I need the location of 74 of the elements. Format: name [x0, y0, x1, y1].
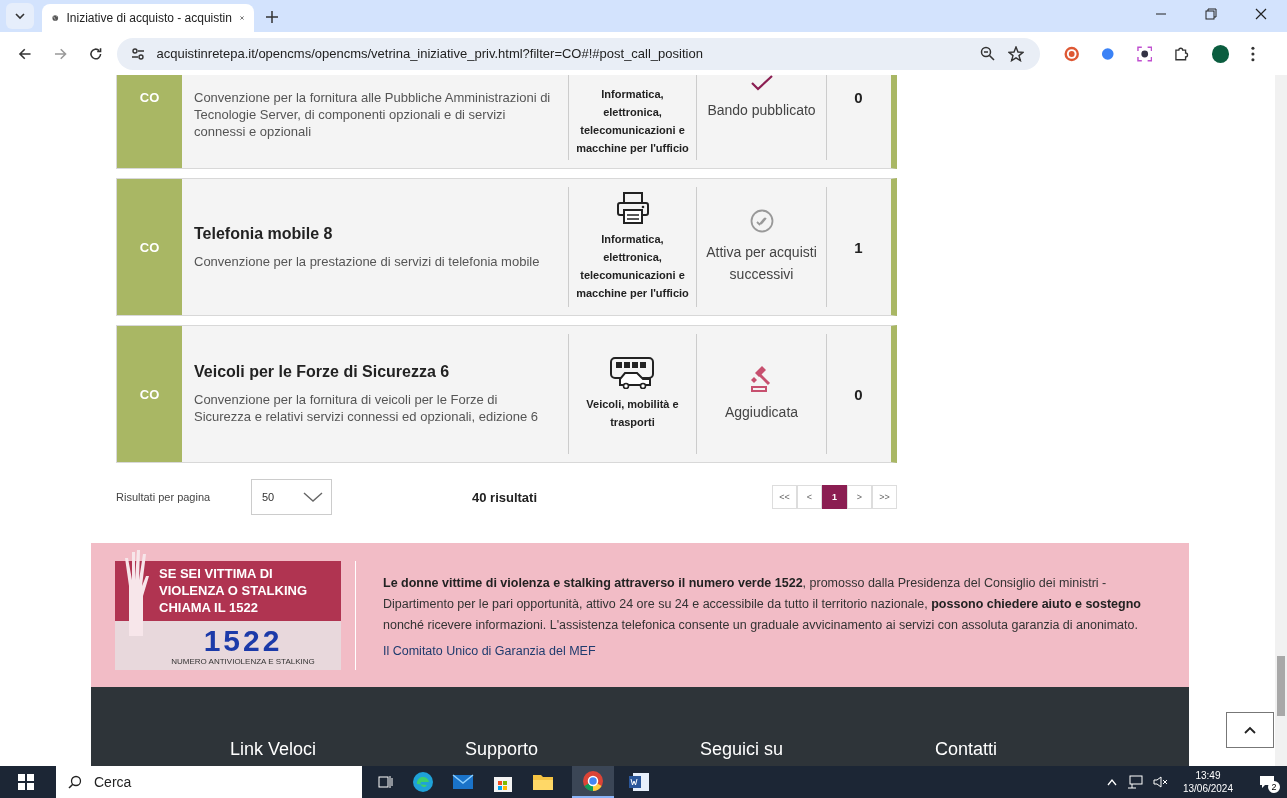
poster-caption: NUMERO ANTIVIOLENZA E STALKING	[171, 656, 315, 666]
initiative-description: Convenzione per la fornitura di veicoli per le Forze di Sicurezza e relativi servizi connessi ed opzionali, edizione 6	[194, 391, 539, 425]
profile-avatar[interactable]	[1211, 44, 1230, 63]
menu-icon[interactable]	[1251, 45, 1255, 62]
pagination-button[interactable]: 1	[822, 485, 847, 509]
status-label: Attiva per acquisti successivi	[705, 243, 818, 284]
footer-heading: Link Veloci	[230, 739, 318, 760]
count-value: 0	[854, 385, 863, 403]
scrollbar[interactable]	[1275, 75, 1287, 766]
initiative-card[interactable]: CO Telefonia mobile 8 Convenzione per la prestazione di servizi di telefonia mobile Informatica, elettronica, telecomunicazioni e macchine per l'ufficio Attiva per acquisti successivi 1	[116, 178, 897, 316]
footer-heading: Contatti	[935, 739, 999, 760]
chevron-up-icon[interactable]	[1106, 778, 1117, 786]
category-label: Informatica, elettronica, telecomunicazioni e macchine per l'ufficio	[575, 86, 690, 156]
footer-heading: Seguici su	[700, 739, 785, 760]
camera-extension-icon[interactable]	[1136, 45, 1153, 62]
task-view-icon[interactable]	[378, 774, 394, 790]
address-bar[interactable]: acquistinretepa.it/opencms/opencms/vetrina_iniziative_priv.html?filter=CO#!#post_call_position	[116, 37, 1040, 70]
speaker-muted-icon[interactable]	[1152, 775, 1169, 789]
committee-link[interactable]: Il Comitato Unico di Garanzia del MEF	[383, 643, 1165, 658]
pagination-button[interactable]: >	[847, 485, 872, 509]
browser-tab[interactable]: Iniziative di acquisto - acquistin	[42, 4, 254, 32]
word-icon[interactable]	[628, 771, 650, 793]
tab-list-button[interactable]	[6, 3, 34, 29]
star-icon[interactable]	[1007, 45, 1024, 62]
windows-start-icon[interactable]	[18, 774, 34, 790]
initiative-card[interactable]	[116, 75, 897, 169]
category-label: Informatica, elettronica, telecomunicazioni e macchine per l'ufficio	[575, 232, 690, 301]
chevron-down-icon	[303, 492, 323, 502]
footer-heading: Supporto	[465, 739, 540, 760]
network-icon[interactable]	[1126, 775, 1143, 789]
zoom-out-icon[interactable]	[979, 45, 996, 62]
taskbar-clock[interactable]: 13:49 13/06/2024	[1182, 769, 1233, 795]
count-value: 1	[854, 238, 863, 256]
type-label: CO	[117, 179, 182, 315]
printer-icon	[615, 192, 650, 224]
puzzle-icon[interactable]	[1174, 45, 1190, 62]
close-icon[interactable]	[1255, 8, 1267, 20]
banner-paragraph: Le donne vittime di violenza e stalking attraverso il numero verde 1522, promosso dalla Presidenza del Consiglio dei ministri - Dipartimento per le pari opportunità, attivo 24 ore su 24 e accessibile da tutto il territorio nazionale, possono chiedere aiuto e sostegno nonché ricevere informazioni. L'assistenza telefonica consente un graduale avvicinamento ai servizi con assoluta garanzia di anonimato.	[383, 574, 1142, 634]
dot-extension-icon[interactable]	[1101, 46, 1115, 61]
type-label: CO	[117, 326, 182, 462]
count-value: 0	[854, 89, 863, 106]
bus-and-car-icon	[609, 357, 656, 389]
status-label: Aggiudicata	[724, 403, 799, 422]
category-label: Veicoli, mobilità e trasporti	[585, 397, 680, 430]
chrome-icon	[582, 770, 604, 792]
pagination-button[interactable]: <<	[772, 485, 797, 509]
initiative-title: Veicoli per le Forze di Sicurezza 6	[194, 363, 451, 381]
poster-headline: SE SEI VITTIMA DI VIOLENZA O STALKING CHIAMA IL 1522	[159, 565, 309, 616]
initiative-title: Telefonia mobile 8	[194, 224, 334, 243]
chevron-down-icon	[14, 10, 26, 22]
pagination-button[interactable]: <	[797, 485, 822, 509]
checkmark-icon	[750, 75, 773, 91]
helpline-number: 1522	[203, 624, 283, 657]
results-count: 40 risultati	[472, 489, 538, 505]
pagination-button[interactable]: >>	[872, 485, 897, 509]
back-to-top-button[interactable]	[1226, 712, 1274, 748]
type-label: CO	[117, 75, 182, 168]
taskbar-search-field[interactable]: Cerca	[56, 766, 362, 798]
initiative-description: Convenzione per la prestazione di servizi di telefonia mobile	[194, 252, 541, 270]
edge-browser-icon[interactable]	[412, 771, 434, 793]
back-arrow-icon[interactable]	[18, 46, 32, 61]
status-label: Bando pubblicato	[707, 101, 816, 120]
restore-icon[interactable]	[1205, 8, 1217, 20]
reload-icon[interactable]	[89, 46, 103, 61]
per-page-select[interactable]: 50	[251, 479, 332, 515]
new-tab-icon[interactable]	[266, 11, 278, 23]
double-check-circle-icon	[749, 209, 774, 233]
forward-arrow-icon[interactable]	[53, 46, 67, 61]
site-settings-icon[interactable]	[130, 46, 145, 61]
initiative-card[interactable]	[116, 325, 897, 463]
initiative-description: Convenzione per la fornitura alle Pubbliche Amministrazioni di Tecnologie Server, di componenti opzionali e di servizi connessi e opzionali	[194, 89, 552, 140]
results-per-page-label: Risultati per pagina	[116, 491, 212, 503]
chevron-up-icon	[1244, 726, 1256, 734]
chrome-taskbar-button[interactable]	[572, 766, 614, 798]
